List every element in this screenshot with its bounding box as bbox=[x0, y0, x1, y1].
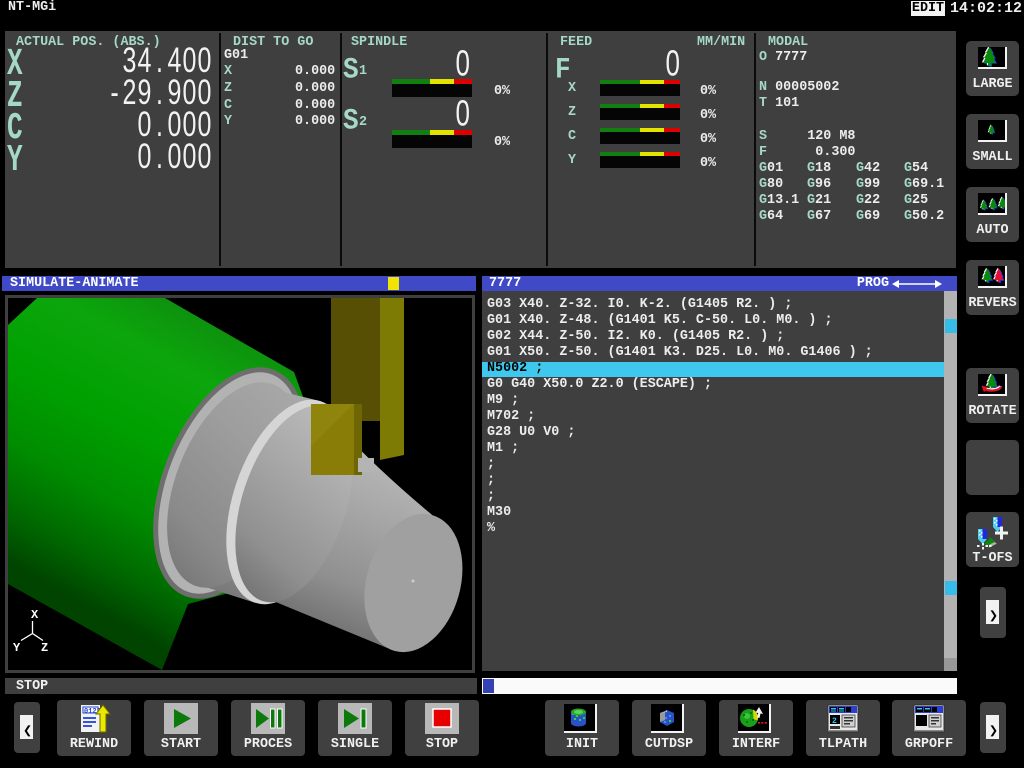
svg-text:2: 2 bbox=[832, 717, 837, 726]
svg-text:Y: Y bbox=[13, 641, 21, 655]
svg-text:Z: Z bbox=[41, 641, 48, 655]
svg-text:X: X bbox=[31, 608, 39, 622]
